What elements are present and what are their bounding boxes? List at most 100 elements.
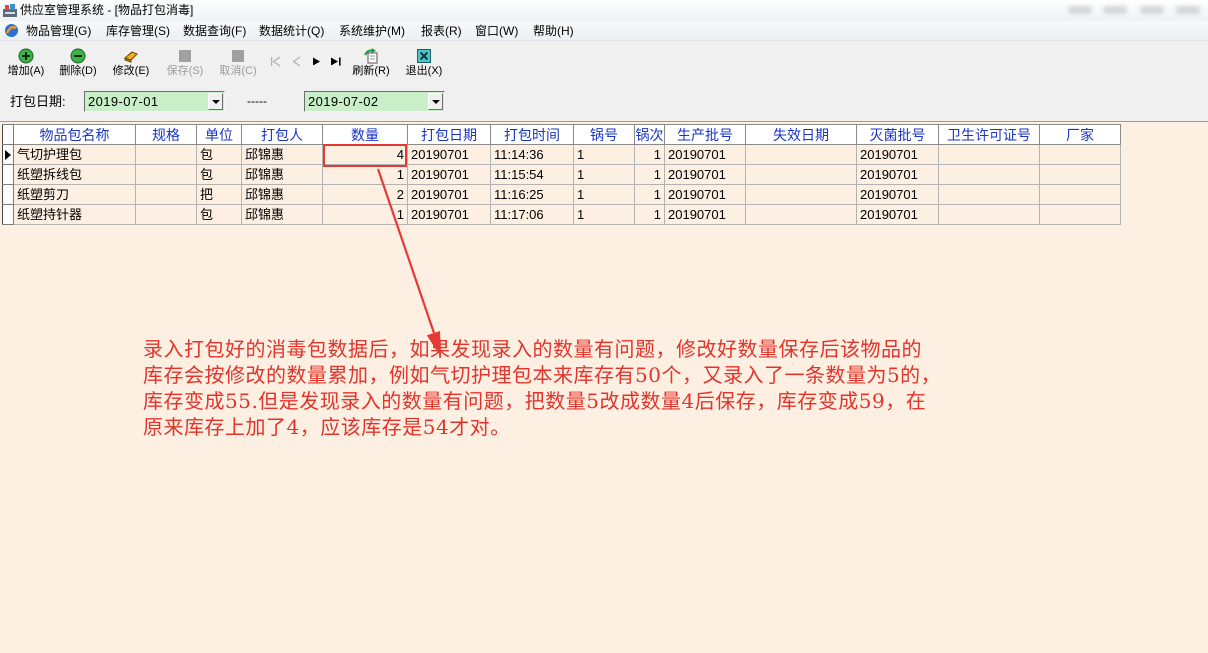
last-record-icon[interactable]: [330, 56, 342, 67]
cell-spec[interactable]: [135, 184, 197, 205]
cell-pack-time[interactable]: 11:16:25: [490, 184, 574, 205]
menu-item-system[interactable]: 系统维护(M): [339, 23, 405, 39]
row-indicator[interactable]: [2, 144, 14, 165]
table-row[interactable]: 纸塑持针器 包 邱锦惠 1 20190701 11:17:06 1 1 2019…: [2, 204, 1121, 225]
cell-manufacturer[interactable]: [1039, 184, 1121, 205]
cell-unit[interactable]: 包: [196, 144, 242, 165]
cell-pack-date[interactable]: 20190701: [407, 204, 491, 225]
date-to-picker[interactable]: 2019-07-02: [304, 91, 445, 112]
cell-packer[interactable]: 邱锦惠: [241, 164, 323, 185]
cell-production-lot[interactable]: 20190701: [664, 184, 746, 205]
cell-sterilization-lot[interactable]: 20190701: [856, 184, 939, 205]
window-control-button[interactable]: [1103, 6, 1127, 14]
cell-production-lot[interactable]: 20190701: [664, 144, 746, 165]
cancel-button[interactable]: 取消(C): [214, 46, 262, 81]
cell-expiry-date[interactable]: [745, 144, 857, 165]
column-header-production-lot[interactable]: 生产批号: [664, 124, 746, 145]
column-header-pot-round[interactable]: 锅次: [634, 124, 665, 145]
cell-pot-number[interactable]: 1: [573, 204, 635, 225]
row-indicator[interactable]: [2, 164, 14, 185]
cell-item-name[interactable]: 纸塑拆线包: [13, 164, 136, 185]
table-row[interactable]: 纸塑剪刀 把 邱锦惠 2 20190701 11:16:25 1 1 20190…: [2, 184, 1121, 205]
cell-pack-time[interactable]: 11:15:54: [490, 164, 574, 185]
cell-pot-number[interactable]: 1: [573, 144, 635, 165]
column-header-quantity[interactable]: 数量: [322, 124, 408, 145]
app-globe-icon[interactable]: [4, 23, 19, 38]
column-header-license-number[interactable]: 卫生许可证号: [938, 124, 1040, 145]
column-header-pack-time[interactable]: 打包时间: [490, 124, 574, 145]
cell-license-number[interactable]: [938, 184, 1040, 205]
date-from-dropdown-button[interactable]: [208, 93, 223, 110]
cell-spec[interactable]: [135, 144, 197, 165]
column-header-manufacturer[interactable]: 厂家: [1039, 124, 1121, 145]
window-control-button[interactable]: [1140, 6, 1164, 14]
cell-pack-date[interactable]: 20190701: [407, 184, 491, 205]
prev-record-icon[interactable]: [291, 56, 303, 67]
cell-pack-date[interactable]: 20190701: [407, 144, 491, 165]
cell-quantity[interactable]: 4: [322, 144, 408, 165]
window-control-button[interactable]: [1068, 6, 1092, 14]
cell-item-name[interactable]: 纸塑剪刀: [13, 184, 136, 205]
cell-pot-round[interactable]: 1: [634, 184, 665, 205]
exit-button[interactable]: 退出(X): [400, 46, 448, 81]
column-header-unit[interactable]: 单位: [196, 124, 242, 145]
edit-button[interactable]: 修改(E): [107, 46, 155, 81]
cell-expiry-date[interactable]: [745, 184, 857, 205]
cell-license-number[interactable]: [938, 204, 1040, 225]
delete-button[interactable]: 删除(D): [54, 46, 102, 81]
cell-pot-round[interactable]: 1: [634, 204, 665, 225]
cell-packer[interactable]: 邱锦惠: [241, 184, 323, 205]
menu-item-items[interactable]: 物品管理(G): [26, 23, 91, 39]
menu-item-window[interactable]: 窗口(W): [475, 23, 518, 39]
menu-item-reports[interactable]: 报表(R): [421, 23, 462, 39]
column-header-spec[interactable]: 规格: [135, 124, 197, 145]
cell-unit[interactable]: 包: [196, 164, 242, 185]
cell-sterilization-lot[interactable]: 20190701: [856, 204, 939, 225]
cell-item-name[interactable]: 气切护理包: [13, 144, 136, 165]
column-header-pot-number[interactable]: 锅号: [573, 124, 635, 145]
column-header-expiry-date[interactable]: 失效日期: [745, 124, 857, 145]
cell-expiry-date[interactable]: [745, 164, 857, 185]
cell-expiry-date[interactable]: [745, 204, 857, 225]
cell-unit[interactable]: 把: [196, 184, 242, 205]
first-record-icon[interactable]: [270, 56, 282, 67]
cell-license-number[interactable]: [938, 164, 1040, 185]
date-to-dropdown-button[interactable]: [428, 93, 443, 110]
column-header-item-name[interactable]: 物品包名称: [13, 124, 136, 145]
cell-sterilization-lot[interactable]: 20190701: [856, 164, 939, 185]
column-header-sterilization-lot[interactable]: 灭菌批号: [856, 124, 939, 145]
cell-spec[interactable]: [135, 204, 197, 225]
column-header-pack-date[interactable]: 打包日期: [407, 124, 491, 145]
refresh-button[interactable]: 刷新(R): [347, 46, 395, 81]
cell-pot-number[interactable]: 1: [573, 184, 635, 205]
menu-item-help[interactable]: 帮助(H): [533, 23, 574, 39]
cell-quantity[interactable]: 2: [322, 184, 408, 205]
cell-production-lot[interactable]: 20190701: [664, 204, 746, 225]
menu-item-query[interactable]: 数据查询(F): [183, 23, 246, 39]
cell-production-lot[interactable]: 20190701: [664, 164, 746, 185]
cell-pack-time[interactable]: 11:14:36: [490, 144, 574, 165]
row-indicator[interactable]: [2, 184, 14, 205]
cell-pack-date[interactable]: 20190701: [407, 164, 491, 185]
window-control-button[interactable]: [1176, 6, 1200, 14]
cell-item-name[interactable]: 纸塑持针器: [13, 204, 136, 225]
cell-quantity[interactable]: 1: [322, 164, 408, 185]
cell-packer[interactable]: 邱锦惠: [241, 204, 323, 225]
cell-pot-number[interactable]: 1: [573, 164, 635, 185]
table-row[interactable]: 气切护理包 包 邱锦惠 4 20190701 11:14:36 1 1 2019…: [2, 144, 1121, 165]
cell-manufacturer[interactable]: [1039, 204, 1121, 225]
cell-unit[interactable]: 包: [196, 204, 242, 225]
cell-license-number[interactable]: [938, 144, 1040, 165]
cell-manufacturer[interactable]: [1039, 164, 1121, 185]
next-record-icon[interactable]: [311, 56, 323, 67]
cell-pot-round[interactable]: 1: [634, 164, 665, 185]
cell-spec[interactable]: [135, 164, 197, 185]
row-indicator[interactable]: [2, 204, 14, 225]
table-row[interactable]: 纸塑拆线包 包 邱锦惠 1 20190701 11:15:54 1 1 2019…: [2, 164, 1121, 185]
date-from-picker[interactable]: 2019-07-01: [84, 91, 225, 112]
save-button[interactable]: 保存(S): [161, 46, 209, 81]
add-button[interactable]: 增加(A): [2, 46, 50, 81]
column-header-packer[interactable]: 打包人: [241, 124, 323, 145]
cell-sterilization-lot[interactable]: 20190701: [856, 144, 939, 165]
cell-packer[interactable]: 邱锦惠: [241, 144, 323, 165]
